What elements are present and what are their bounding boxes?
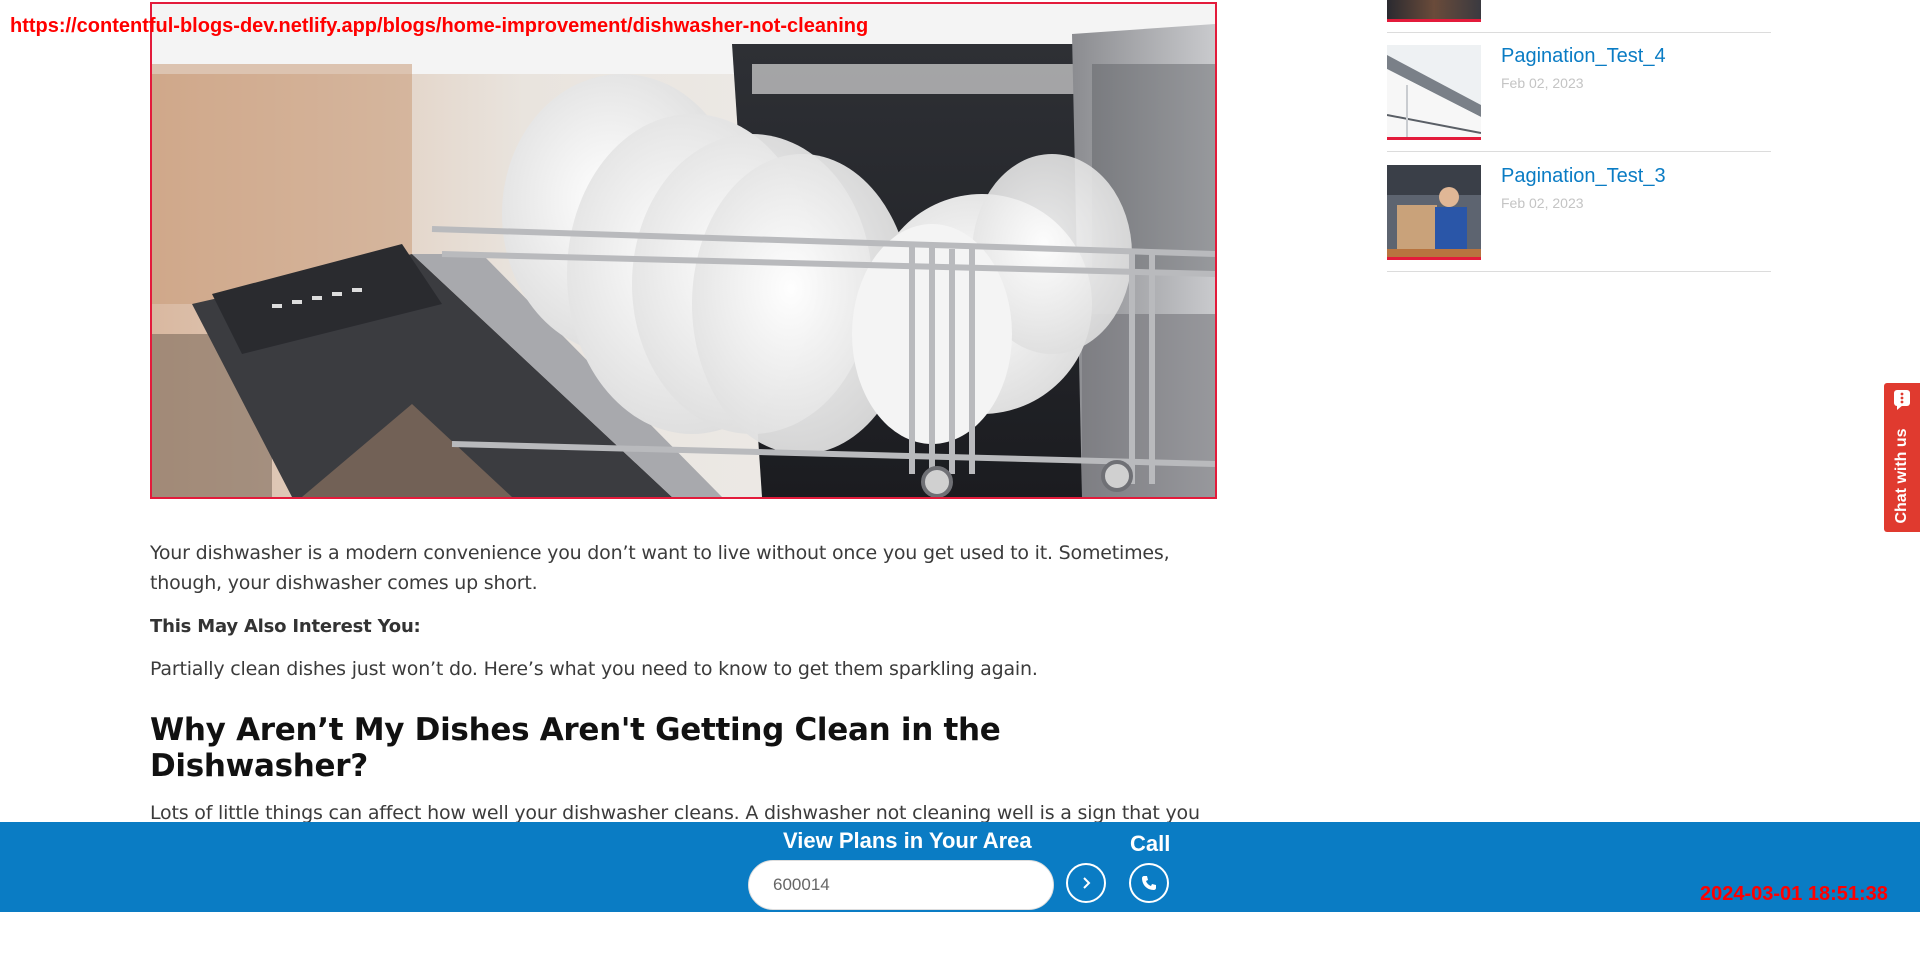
hero-image — [150, 2, 1217, 499]
sidebar-divider — [1387, 151, 1771, 152]
timestamp-overlay: 2024-03-01 18:51:38 — [1700, 883, 1888, 905]
article-lead: Partially clean dishes just won’t do. He… — [150, 658, 1038, 680]
phone-icon — [1142, 876, 1156, 890]
previous-post-thumbnail[interactable] — [1387, 0, 1481, 22]
house-roof-icon[interactable] — [1387, 45, 1481, 140]
chat-bubble-icon — [1894, 390, 1910, 410]
view-plans-heading: View Plans in Your Area — [783, 828, 1032, 853]
sidebar-post-date: Feb 02, 2023 — [1501, 75, 1584, 91]
dishwasher-photo — [152, 4, 1215, 497]
page-footer-space — [0, 912, 1920, 963]
view-plans-go-button[interactable] — [1066, 863, 1106, 903]
sidebar-post-date: Feb 02, 2023 — [1501, 195, 1584, 211]
chat-label: Chat with us — [1893, 427, 1910, 524]
sidebar-post-title[interactable]: Pagination_Test_3 — [1501, 165, 1666, 188]
sidebar-post-item[interactable]: Pagination_Test_3 Feb 02, 2023 — [1387, 165, 1771, 261]
section-heading: Why Aren’t My Dishes Aren't Getting Clea… — [150, 712, 1001, 784]
sidebar-post-title[interactable]: Pagination_Test_4 — [1501, 45, 1666, 68]
sidebar-divider — [1387, 271, 1771, 272]
chevron-right-icon — [1083, 877, 1091, 889]
chat-with-us-tab[interactable]: Chat with us — [1884, 383, 1920, 532]
view-plans-bar: View Plans in Your Area Call — [0, 822, 1920, 912]
call-button[interactable] — [1129, 863, 1169, 903]
article-intro: Your dishwasher is a modern convenience … — [150, 542, 1170, 594]
call-label: Call — [1130, 831, 1171, 856]
technician-photo-icon[interactable] — [1387, 165, 1481, 260]
url-overlay: https://contentful-blogs-dev.netlify.app… — [10, 15, 869, 37]
sidebar-divider — [1387, 32, 1771, 33]
zip-code-input[interactable] — [748, 860, 1054, 910]
sidebar-post-item[interactable]: Pagination_Test_4 Feb 02, 2023 — [1387, 45, 1771, 141]
also-interest-label: This May Also Interest You: — [150, 616, 421, 637]
